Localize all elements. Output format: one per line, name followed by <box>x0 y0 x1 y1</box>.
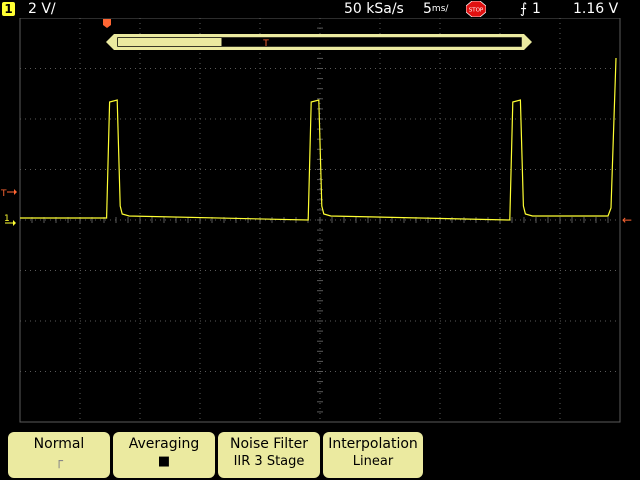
softkey-averaging[interactable]: Averaging ■ <box>113 432 215 478</box>
softkey-averaging-title: Averaging <box>128 436 200 452</box>
svg-text:T: T <box>0 189 7 199</box>
softkey-normal-value: ┌ <box>55 454 63 469</box>
softkey-averaging-checkbox: ■ <box>157 454 171 469</box>
trigger-slope-icon[interactable]: ⨍ <box>520 0 527 18</box>
waveform-display[interactable]: T T 1 ← <box>0 18 640 424</box>
softkey-interpolation[interactable]: Interpolation Linear <box>323 432 423 478</box>
stop-icon[interactable]: STOP <box>466 1 486 17</box>
trigger-top-marker-icon[interactable] <box>103 19 111 28</box>
timebase-readout[interactable]: 5ms/ <box>423 0 448 18</box>
channel-1-ground-marker[interactable]: 1 <box>4 214 16 226</box>
stop-label: STOP <box>469 8 484 14</box>
softkey-interpolation-title: Interpolation <box>328 436 418 452</box>
channel-scale-readout[interactable]: 2 V/ <box>28 0 56 18</box>
softkey-noise-filter-value: IIR 3 Stage <box>233 454 305 469</box>
softkey-noise-filter[interactable]: Noise Filter IIR 3 Stage <box>218 432 320 478</box>
graticule-grid <box>19 18 621 423</box>
softkey-menu: Normal ┌ Averaging ■ Noise Filter IIR 3 … <box>0 424 640 480</box>
timebase-unit: ms/ <box>431 4 449 14</box>
trigger-level-marker[interactable]: T <box>0 189 17 199</box>
softkey-normal-title: Normal <box>33 436 85 452</box>
timebase-value: 5 <box>423 1 432 17</box>
softkey-normal[interactable]: Normal ┌ <box>8 432 110 478</box>
trigger-right-marker-icon[interactable]: ← <box>622 213 632 227</box>
softkey-noise-filter-title: Noise Filter <box>230 436 308 452</box>
trigger-position-bar[interactable]: T <box>106 34 532 50</box>
sample-rate-readout: 50 kSa/s <box>344 1 404 17</box>
trigger-bar-marker: T <box>262 39 269 49</box>
status-bar: 1 2 V/ 50 kSa/s 5ms/ STOP ⨍ 1 1.16 V <box>0 0 640 18</box>
softkey-interpolation-value: Linear <box>352 454 394 469</box>
trigger-source-readout[interactable]: 1 <box>532 0 541 18</box>
channel-1-badge[interactable]: 1 <box>2 2 15 16</box>
trigger-level-readout[interactable]: 1.16 V <box>573 0 618 18</box>
